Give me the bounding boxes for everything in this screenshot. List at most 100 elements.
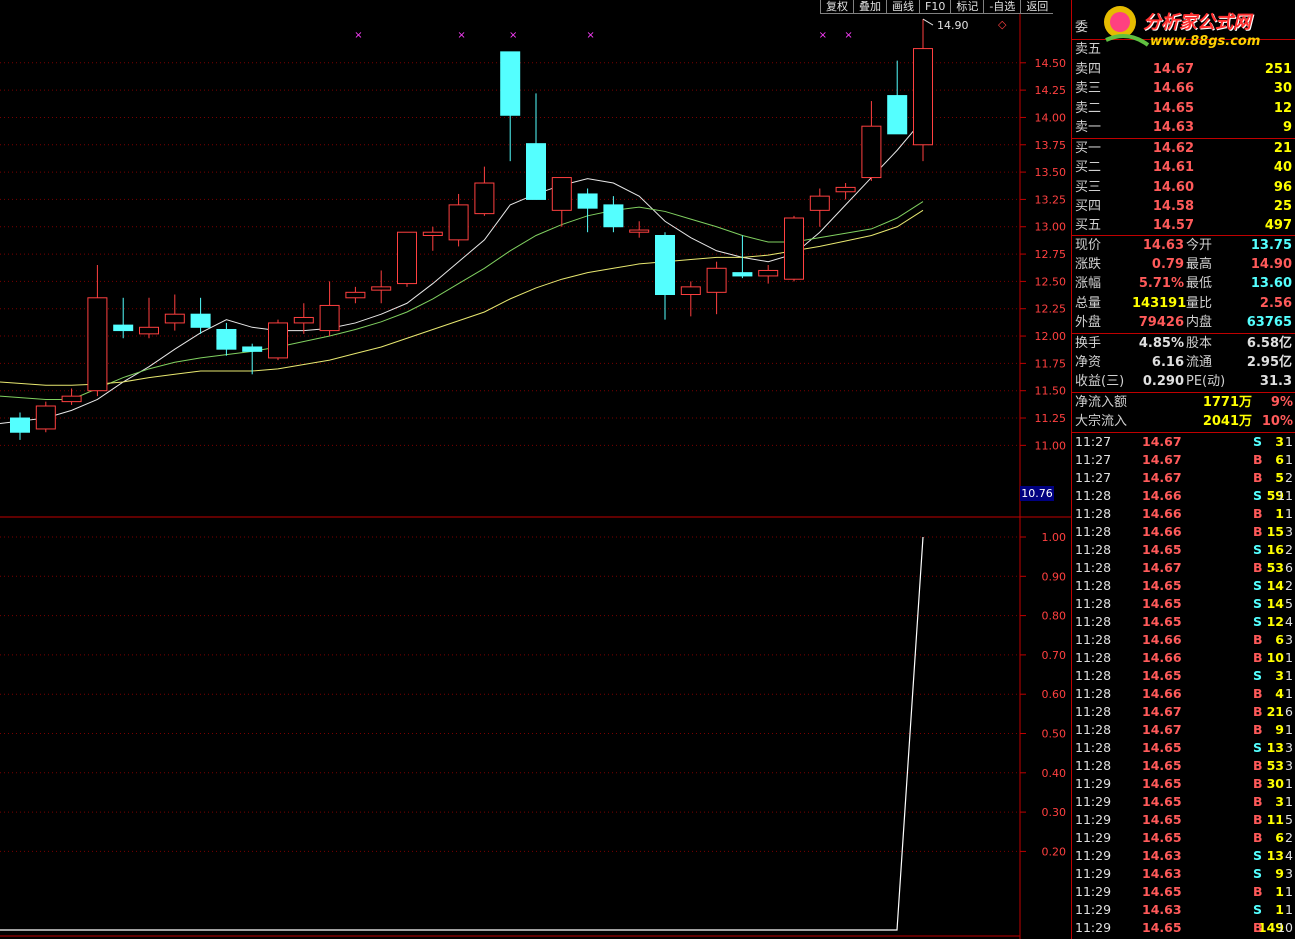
fundamental-value-2: 31.3 — [1259, 374, 1292, 390]
tick-price: 14.66 — [1142, 650, 1182, 665]
toolbar-button-6[interactable]: 返回 — [1020, 0, 1054, 14]
indicator-axis-label: 0.70 — [1042, 649, 1067, 662]
candle-body-up — [758, 269, 779, 277]
ask-price: 14.63 — [1152, 120, 1194, 135]
candle-body-up — [345, 291, 366, 299]
tick-side: B — [1253, 794, 1263, 809]
tick-row: 11:28 14.66 1 B 1 — [1072, 505, 1295, 523]
quote-value-2: 2.56 — [1259, 295, 1292, 311]
tick-row: 11:28 14.66 6 B 3 — [1072, 631, 1295, 649]
candle — [551, 177, 572, 227]
candle — [242, 343, 263, 375]
price-axis-label: 13.50 — [1035, 166, 1067, 179]
bid-label: 买一 — [1075, 141, 1102, 156]
tick-price: 14.66 — [1142, 632, 1182, 647]
candle-body-up — [706, 267, 727, 293]
tick-time: 11:29 — [1075, 884, 1112, 899]
bid-price: 14.62 — [1152, 141, 1194, 156]
tick-row: 11:28 14.65 12 S 4 — [1072, 613, 1295, 631]
candle — [190, 297, 211, 334]
candle-body-down — [577, 193, 598, 209]
tick-row: 11:27 14.67 6 B 1 — [1072, 451, 1295, 469]
quote-value: 5.71% — [1138, 276, 1184, 292]
tick-time: 11:28 — [1075, 650, 1112, 665]
tick-side: B — [1253, 722, 1263, 737]
tick-side: S — [1253, 434, 1263, 449]
candle-body-up — [474, 182, 495, 215]
toolbar-button-4[interactable]: 标记 — [950, 0, 984, 14]
toolbar-button-5[interactable]: -自选 — [983, 0, 1021, 14]
toolbar-button-2[interactable]: 画线 — [886, 0, 919, 14]
candle — [139, 297, 159, 339]
signal-marker: × — [844, 30, 852, 41]
bid-label: 买五 — [1075, 218, 1102, 234]
tick-row: 11:28 14.67 9 B 1 — [1072, 721, 1295, 739]
tick-row: 11:28 14.67 53 B 6 — [1072, 559, 1295, 577]
quote-row: 总量 143191 量比 2.56 — [1072, 294, 1295, 313]
tick-price: 14.67 — [1142, 704, 1182, 719]
tick-count: 3 — [1285, 866, 1293, 881]
tick-row: 11:28 14.66 10 B 1 — [1072, 649, 1295, 667]
ask-row: 卖一 14.63 9 — [1072, 118, 1295, 137]
ask-row: 卖三 14.66 30 — [1072, 79, 1295, 98]
candle — [913, 19, 933, 162]
tick-time: 11:29 — [1075, 794, 1112, 809]
kline-chart-area[interactable]: 14.50 14.25 14.00 13.75 13.50 13.25 13.00 12.75… — [0, 0, 1071, 939]
candle-body-up — [319, 304, 340, 332]
candle — [293, 303, 314, 334]
flow-pct: 9% — [1270, 395, 1293, 410]
toolbar-button-3[interactable]: F10 — [919, 0, 951, 14]
quote-value-2: 13.75 — [1250, 238, 1292, 253]
tick-row: 11:29 14.63 9 S 3 — [1072, 865, 1295, 883]
tick-price: 14.65 — [1142, 614, 1182, 629]
quote-value: 14.63 — [1142, 238, 1184, 253]
price-axis-label: 14.50 — [1035, 57, 1067, 70]
tick-count: 2 — [1285, 542, 1293, 557]
candle-body-down — [526, 143, 546, 200]
price-axis-label: 14.25 — [1035, 84, 1067, 97]
tick-price: 14.65 — [1142, 920, 1182, 935]
tick-row: 11:28 14.65 14 S 2 — [1072, 577, 1295, 595]
tick-side: S — [1253, 740, 1263, 755]
tick-price: 14.66 — [1142, 506, 1182, 521]
candle — [526, 93, 546, 200]
candle-body-up — [448, 204, 469, 241]
toolbar-button-0[interactable]: 复权 — [820, 0, 853, 14]
candle-body-up — [164, 313, 185, 324]
price-axis-label: 13.75 — [1035, 139, 1067, 152]
candle-body-up — [551, 177, 572, 211]
bid-volume: 40 — [1273, 160, 1292, 176]
bid-volume: 21 — [1273, 141, 1292, 156]
candle — [474, 166, 495, 216]
candle — [809, 188, 830, 227]
tick-price: 14.65 — [1142, 596, 1182, 611]
candle-body-up — [35, 405, 56, 430]
tick-time: 11:29 — [1075, 812, 1112, 827]
chart-toolbar: 复权 叠加 画线 F10 标记 -自选 返回 — [820, 0, 1054, 14]
tick-price: 14.65 — [1142, 542, 1182, 557]
tick-row: 11:27 14.67 5 B 2 — [1072, 469, 1295, 487]
candle — [268, 319, 288, 361]
toolbar-button-1[interactable]: 叠加 — [853, 0, 886, 14]
tick-side: S — [1253, 902, 1263, 917]
ask-label: 卖二 — [1075, 100, 1102, 116]
fundamental-value: 6.16 — [1151, 355, 1184, 371]
candle-body-up — [61, 395, 82, 403]
signal-marker: × — [509, 30, 517, 41]
fundamental-value: 0.290 — [1142, 374, 1184, 390]
tick-count: 1 — [1285, 776, 1293, 791]
fundamental-label: 净资 — [1075, 355, 1102, 371]
price-axis-label: 13.25 — [1035, 193, 1067, 206]
price-axis-label: 12.50 — [1035, 275, 1067, 288]
tick-row: 11:28 14.65 16 S 2 — [1072, 541, 1295, 559]
ask-volume: 30 — [1273, 81, 1292, 96]
tick-count: 3 — [1285, 632, 1293, 647]
candle-body-down — [603, 204, 624, 228]
ask-price: 14.65 — [1152, 100, 1194, 116]
tick-side: S — [1253, 614, 1263, 629]
candle-body-down — [242, 346, 263, 352]
flow-label: 大宗流入 — [1075, 414, 1128, 429]
tick-row: 11:29 14.65 6 B 2 — [1072, 829, 1295, 847]
tick-side: B — [1253, 884, 1263, 899]
candle — [758, 265, 779, 284]
